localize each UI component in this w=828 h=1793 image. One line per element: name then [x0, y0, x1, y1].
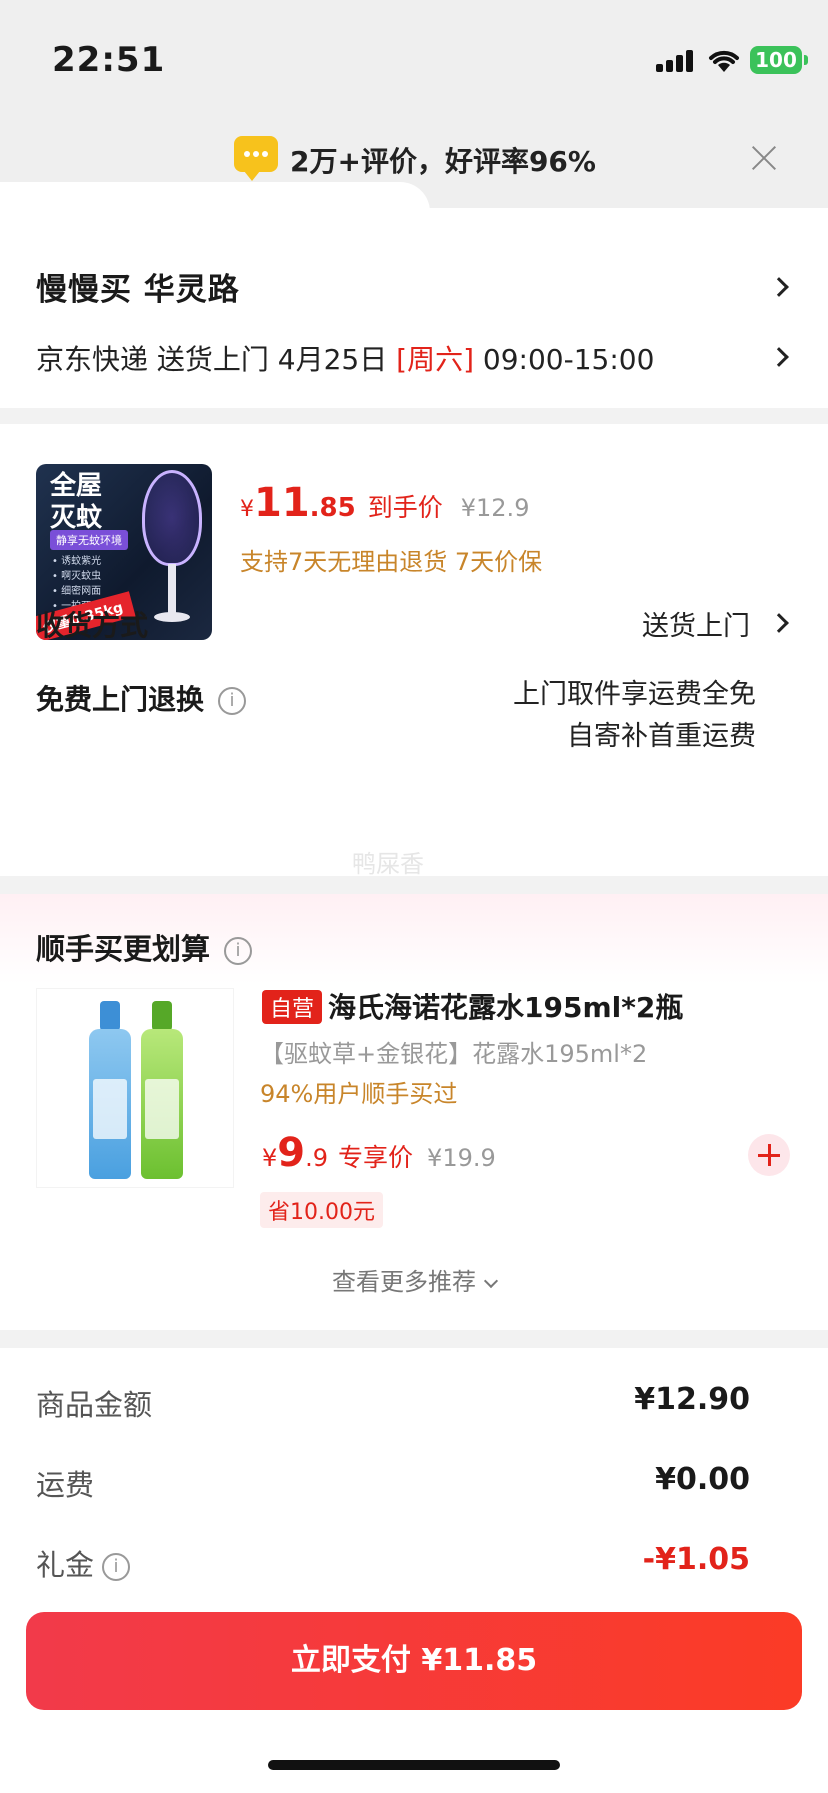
- delivery-method-label: 收货方式: [36, 609, 149, 642]
- cellular-signal-icon: [656, 50, 696, 72]
- chevron-right-icon[interactable]: [769, 613, 789, 633]
- pay-now-button[interactable]: 立即支付 ¥11.85: [26, 1612, 802, 1710]
- savings-badge: 省10.00元: [260, 1192, 383, 1228]
- status-bar: 22:51 100: [0, 0, 828, 122]
- chevron-right-icon[interactable]: [769, 347, 789, 367]
- shipping-label: 运费: [36, 1468, 95, 1502]
- free-return-detail: 上门取件享运费全免 自寄补首重运费: [513, 679, 756, 752]
- self-operated-tag: 自营: [262, 990, 323, 1024]
- address-card[interactable]: 慢慢买 华灵路 京东快递 送货上门 4月25日 [周六] 09:00-15:00: [0, 182, 828, 408]
- recommendation-subtitle: 【驱蚊草+金银花】花露水195ml*2: [260, 1040, 648, 1068]
- info-icon[interactable]: i: [102, 1553, 131, 1581]
- goods-amount-value: ¥12.90: [634, 1382, 750, 1417]
- info-icon[interactable]: i: [218, 687, 247, 715]
- close-icon[interactable]: [748, 142, 780, 174]
- battery-icon: 100: [750, 46, 808, 74]
- chevron-down-icon: [483, 1273, 499, 1289]
- recommendation-bought: 94%用户顺手买过: [260, 1080, 458, 1108]
- chat-bubble-icon: [234, 136, 278, 181]
- delivery-carrier: 京东快递 送货上门 4月25日: [36, 343, 397, 376]
- view-more-recommendations[interactable]: 查看更多推荐: [0, 1262, 828, 1297]
- service-guarantees: 支持7天无理由退货 7天价保: [240, 548, 543, 576]
- recommendation-image[interactable]: [36, 988, 234, 1188]
- original-price: ¥12.9: [460, 494, 530, 522]
- gift-label: 礼金 i: [36, 1542, 131, 1584]
- wifi-icon: [709, 50, 739, 72]
- original-price: ¥19.9: [427, 1144, 496, 1172]
- address-name: 慢慢买 华灵路: [36, 272, 240, 308]
- shipping-value: ¥0.00: [655, 1462, 750, 1497]
- review-summary: 2万+评价，好评率96%: [290, 145, 596, 178]
- racket-graphic: [142, 470, 202, 566]
- info-icon[interactable]: i: [224, 937, 253, 965]
- goods-amount-label: 商品金额: [36, 1388, 153, 1422]
- recommendation-card: 顺手买更划算 i 自营 海氏海诺花露水195ml*2瓶 【驱蚊草+金银花】花露水1…: [0, 894, 828, 1330]
- chevron-right-icon[interactable]: [769, 277, 789, 297]
- thumb-tag: 静享无蚊环境: [50, 530, 128, 550]
- delivery-time[interactable]: 京东快递 送货上门 4月25日 [周六] 09:00-15:00: [36, 338, 654, 378]
- product-card: 全屋灭蚊 静享无蚊环境 • 诱蚊紫光 • 啊灭蚊虫 • 细密网面 • 一拍两用 …: [0, 424, 828, 878]
- order-summary: 商品金额 ¥12.90 运费 ¥0.00 礼金 i -¥1.05: [0, 1348, 828, 1793]
- delivery-method-value[interactable]: 送货上门: [642, 604, 750, 643]
- recommendation-name[interactable]: 海氏海诺花露水195ml*2瓶: [328, 986, 683, 1026]
- recommendation-price: ¥9.9 专享价 ¥19.9: [262, 1130, 496, 1176]
- gift-value: -¥1.05: [642, 1542, 750, 1577]
- delivery-weekday: [周六]: [396, 343, 475, 376]
- free-return-label: 免费上门退换 i: [36, 678, 247, 718]
- delivery-window: 09:00-15:00: [474, 343, 655, 376]
- clock: 22:51: [52, 40, 166, 80]
- home-indicator[interactable]: [268, 1760, 560, 1770]
- thumb-line1: 全屋: [50, 471, 103, 501]
- recommendation-title: 顺手买更划算 i: [36, 926, 253, 968]
- add-to-order-button[interactable]: [748, 1134, 790, 1176]
- watermark: 鸭屎香: [352, 850, 424, 878]
- product-price: ¥11.85 到手价 ¥12.9: [240, 480, 530, 526]
